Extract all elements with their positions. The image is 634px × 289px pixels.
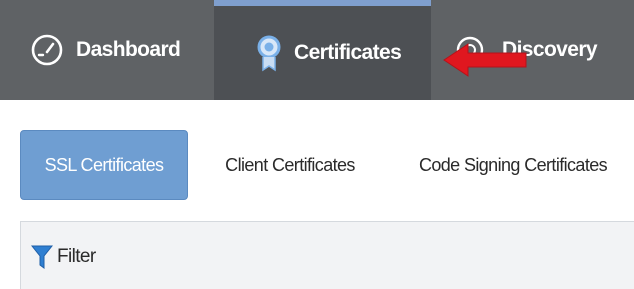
subtab-code-signing-certificates[interactable]: Code Signing Certificates: [392, 130, 634, 200]
gauge-icon: [30, 33, 64, 67]
filter-panel: Filter: [20, 221, 634, 289]
tab-dashboard-label: Dashboard: [76, 38, 181, 61]
filter-funnel-icon: [31, 244, 53, 270]
subtab-ssl-certificates[interactable]: SSL Certificates: [20, 130, 188, 200]
subtab-client-certificates[interactable]: Client Certificates: [200, 130, 380, 200]
filter-label: Filter: [57, 246, 96, 267]
certificate-type-tabs: SSL Certificates Client Certificates Cod…: [20, 130, 634, 200]
tab-dashboard[interactable]: Dashboard: [30, 0, 210, 100]
filter-toggle[interactable]: Filter: [21, 240, 96, 274]
red-arrow-icon: [443, 43, 527, 77]
tab-certificates[interactable]: Certificates: [214, 0, 431, 100]
certificate-badge-icon: [256, 33, 282, 73]
top-navigation-bar: Dashboard Certificates Discovery: [0, 0, 634, 100]
tab-certificates-label: Certificates: [294, 41, 402, 64]
